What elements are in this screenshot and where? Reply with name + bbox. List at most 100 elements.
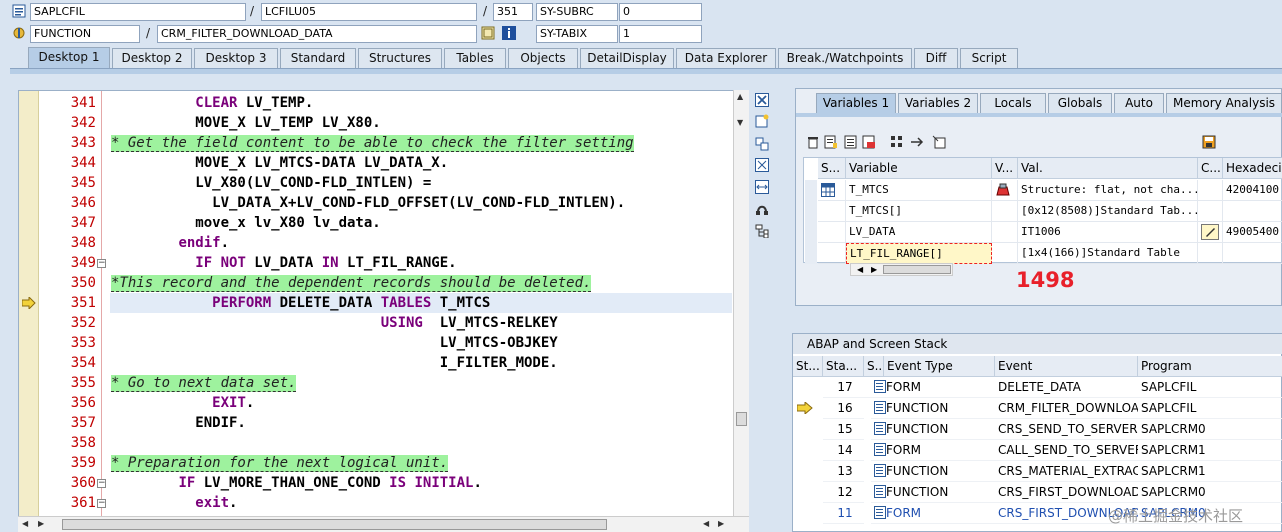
source-code-editor[interactable]: 341 CLEAR LV_TEMP. 342 MOVE_X LV_TEMP LV… [18, 90, 749, 520]
value-cell[interactable]: IT1006 [1018, 222, 1198, 243]
tab-objects[interactable]: Objects [508, 48, 578, 68]
scroll-left-icon[interactable]: ◀ [703, 519, 709, 528]
close-icon[interactable] [754, 93, 770, 109]
stack-row[interactable]: 15 FUNCTION CRS_SEND_TO_SERVER SAPLCRM0 [793, 419, 1282, 440]
export-icon[interactable] [862, 135, 876, 152]
col-program[interactable]: Program [1138, 356, 1282, 377]
variable-cell[interactable]: T_MTCS[] [846, 201, 992, 222]
new-window-icon[interactable] [932, 135, 946, 152]
structure-icon[interactable] [890, 135, 904, 152]
tab-variables-1[interactable]: Variables 1 [816, 93, 896, 113]
col-status[interactable]: S... [818, 158, 846, 179]
sy-subrc-value[interactable]: 0 [619, 3, 702, 21]
change-cell[interactable] [1198, 222, 1223, 243]
grid-horizontal-scrollbar[interactable]: ◀ ▶ [850, 263, 953, 276]
save-icon[interactable] [1202, 135, 1216, 152]
stack-row[interactable]: 14 FORM CALL_SEND_TO_SERVER SAPLCRM1 [793, 440, 1282, 461]
details-icon[interactable] [844, 135, 858, 152]
value-cell[interactable]: [1x4(166)]Standard Table [1018, 243, 1198, 264]
tab-desktop-1[interactable]: Desktop 1 [28, 47, 110, 69]
stack-row-current[interactable]: 16 FUNCTION CRM_FILTER_DOWNLOA... SAPLCF… [793, 398, 1282, 419]
fold-toggle-icon[interactable]: − [97, 259, 106, 268]
line-number: 347 [70, 215, 96, 231]
line-field[interactable]: 351 [493, 3, 533, 21]
hex-cell[interactable]: 49005400 [1223, 222, 1282, 243]
services-icon[interactable] [754, 202, 770, 218]
tab-memory-analysis[interactable]: Memory Analysis [1166, 93, 1282, 113]
scroll-thumb[interactable] [62, 519, 607, 530]
tab-structures[interactable]: Structures [358, 48, 442, 68]
tab-data-explorer[interactable]: Data Explorer [676, 48, 776, 68]
variables-grid[interactable]: S... Variable V... Val. C... Hexadecim T… [803, 157, 1282, 264]
tab-desktop-3[interactable]: Desktop 3 [194, 48, 278, 68]
delete-icon[interactable] [806, 135, 820, 152]
col-event[interactable]: Event [995, 356, 1138, 377]
col-stack-marker[interactable]: St... [793, 356, 823, 377]
editor-horizontal-scrollbar[interactable]: ◀ ▶ ◀ ▶ [18, 516, 749, 532]
new-tool-icon[interactable] [754, 114, 770, 130]
scroll-up-icon[interactable]: ▲ [737, 92, 743, 101]
value-cell[interactable]: [0x12(8508)]Standard Tab... [1018, 201, 1198, 222]
variable-cell[interactable]: T_MTCS [846, 180, 992, 201]
tab-diff[interactable]: Diff [914, 48, 958, 68]
stack-row[interactable]: 17 FORM DELETE_DATA SAPLCFIL [793, 377, 1282, 398]
scroll-right-icon[interactable]: ▶ [871, 265, 877, 274]
fold-toggle-icon[interactable]: − [97, 499, 106, 508]
scroll-right-icon[interactable]: ▶ [38, 519, 44, 528]
hex-cell[interactable] [1223, 201, 1282, 222]
stack-row[interactable]: 12 FUNCTION CRS_FIRST_DOWNLOAD... SAPLCR… [793, 482, 1282, 503]
scroll-thumb[interactable] [736, 412, 747, 426]
event-cell: CRS_SEND_TO_SERVER [995, 419, 1138, 440]
sy-tabix-value[interactable]: 1 [619, 25, 702, 43]
notes-icon[interactable] [824, 135, 838, 152]
fold-toggle-icon[interactable]: − [97, 479, 106, 488]
resize-horizontal-icon[interactable] [754, 180, 770, 196]
tab-standard[interactable]: Standard [280, 48, 356, 68]
line-number: 351 [70, 295, 96, 311]
line-number: 358 [70, 435, 96, 451]
scroll-left-icon[interactable]: ◀ [857, 265, 863, 274]
swap-tool-icon[interactable] [754, 137, 770, 153]
navigate-icon[interactable] [910, 135, 924, 152]
tab-locals[interactable]: Locals [980, 93, 1046, 113]
variable-input[interactable]: LT_FIL_RANGE[] [846, 243, 992, 264]
stack-level: 15 [823, 419, 864, 440]
col-change[interactable]: C... [1198, 158, 1223, 179]
col-stack-level[interactable]: Sta... [823, 356, 864, 377]
tab-tables[interactable]: Tables [444, 48, 506, 68]
col-stack-s[interactable]: S... [864, 356, 884, 377]
col-event-type[interactable]: Event Type [884, 356, 995, 377]
line-number: 343 [70, 135, 96, 151]
tab-variables-2[interactable]: Variables 2 [898, 93, 978, 113]
event-type-field[interactable]: FUNCTION [30, 25, 140, 43]
maximize-icon[interactable] [754, 158, 770, 174]
event-field[interactable]: CRM_FILTER_DOWNLOAD_DATA [157, 25, 477, 43]
code-line: LV_X80(LV_COND-FLD_INTLEN) = [111, 175, 432, 191]
col-variable[interactable]: Variable [846, 158, 992, 179]
col-hexadecimal[interactable]: Hexadecim [1223, 158, 1282, 179]
tab-script[interactable]: Script [960, 48, 1018, 68]
col-value-type[interactable]: V... [992, 158, 1018, 179]
program-field[interactable]: SAPLCFIL [30, 3, 246, 21]
include-field[interactable]: LCFILU05 [261, 3, 477, 21]
info-icon[interactable] [502, 26, 516, 40]
scroll-down-icon[interactable]: ▼ [737, 118, 743, 127]
tree-tool-icon[interactable] [754, 224, 770, 240]
hex-cell[interactable]: 42004100 [1223, 180, 1282, 201]
editor-vertical-scrollbar[interactable]: ▲ ▼ [733, 90, 749, 520]
value-cell[interactable]: Structure: flat, not cha... [1018, 180, 1198, 201]
hex-cell[interactable] [1223, 243, 1282, 264]
variant-icon[interactable] [481, 26, 495, 40]
tab-desktop-2[interactable]: Desktop 2 [112, 48, 192, 68]
scroll-right-icon[interactable]: ▶ [718, 519, 724, 528]
scroll-left-icon[interactable]: ◀ [22, 519, 28, 528]
stack-row[interactable]: 13 FUNCTION CRS_MATERIAL_EXTRACT SAPLCRM… [793, 461, 1282, 482]
col-value[interactable]: Val. [1018, 158, 1198, 179]
tab-auto[interactable]: Auto [1114, 93, 1164, 113]
variable-cell[interactable]: LV_DATA [846, 222, 992, 243]
tab-globals[interactable]: Globals [1048, 93, 1112, 113]
scroll-thumb[interactable] [883, 265, 951, 274]
row-selector[interactable] [805, 180, 817, 264]
tab-breakpoints[interactable]: Break./Watchpoints [778, 48, 912, 68]
tab-detaildisplay[interactable]: DetailDisplay [580, 48, 674, 68]
